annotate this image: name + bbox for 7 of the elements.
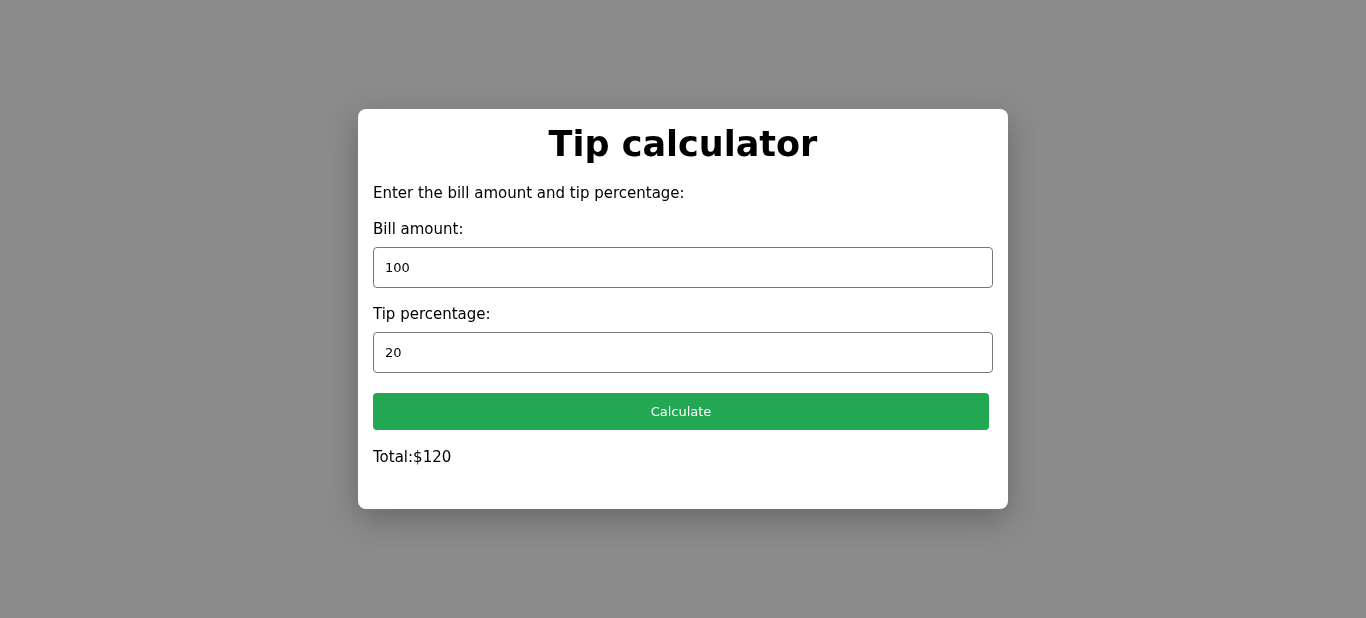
input-field[interactable]: 20 — [373, 332, 993, 373]
field-label: Tip percentage: — [373, 304, 491, 324]
card-title: Tip calculator — [547, 123, 819, 166]
instructions-text: Enter the bill amount and tip percentage: — [373, 183, 686, 203]
total-text: Total:$120 — [373, 447, 453, 467]
input-field[interactable]: 100 — [373, 247, 993, 288]
field-label: Bill amount: — [373, 219, 464, 239]
